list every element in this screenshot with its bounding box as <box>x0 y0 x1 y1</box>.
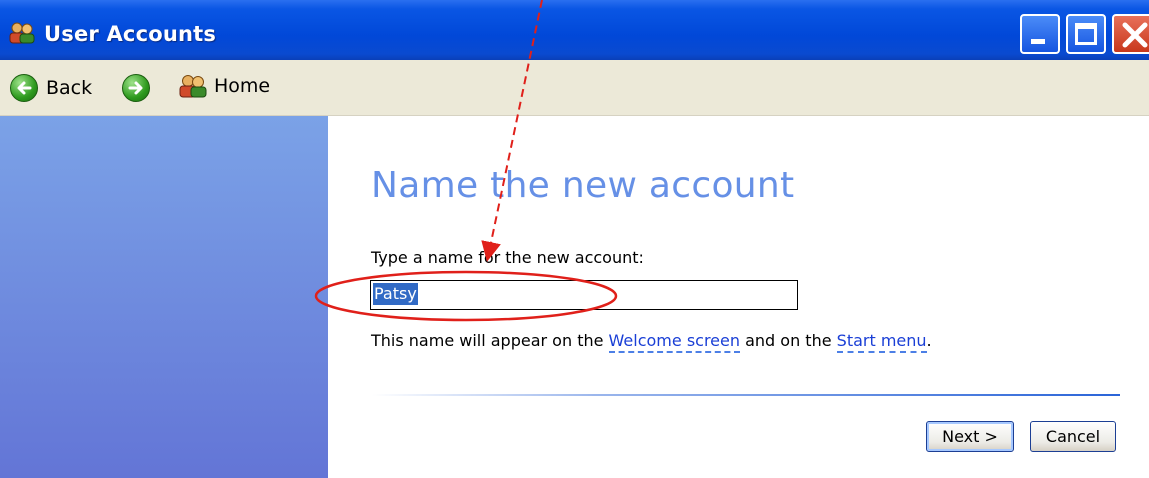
divider <box>372 394 1120 396</box>
welcome-screen-link[interactable]: Welcome screen <box>608 331 741 353</box>
back-arrow-icon <box>10 74 38 102</box>
account-name-input[interactable]: Patsy <box>370 280 798 310</box>
account-name-value: Patsy <box>373 283 418 305</box>
forward-button[interactable] <box>122 74 150 102</box>
home-users-icon <box>179 75 207 98</box>
home-button[interactable]: Home <box>178 74 270 98</box>
back-button[interactable]: Back <box>10 74 92 102</box>
home-label: Home <box>214 75 271 97</box>
minimize-button[interactable] <box>1020 14 1060 54</box>
name-prompt-label: Type a name for the new account: <box>371 248 644 267</box>
title-bar: User Accounts <box>0 0 1149 60</box>
maximize-button[interactable] <box>1066 14 1106 54</box>
back-label: Back <box>46 77 93 99</box>
navigation-bar: Back Home <box>0 60 1149 116</box>
close-button[interactable] <box>1112 14 1149 54</box>
page-heading: Name the new account <box>371 165 795 206</box>
user-accounts-icon <box>9 22 35 44</box>
task-side-panel <box>0 116 328 478</box>
start-menu-link[interactable]: Start menu <box>836 331 927 353</box>
forward-arrow-icon <box>122 74 150 102</box>
info-text: This name will appear on the Welcome scr… <box>371 331 932 353</box>
cancel-button[interactable]: Cancel <box>1030 421 1116 452</box>
window-title: User Accounts <box>44 22 217 46</box>
info-text-start: This name will appear on the <box>371 331 609 350</box>
next-button[interactable]: Next > <box>926 421 1014 452</box>
info-text-middle: and on the <box>740 331 837 350</box>
info-text-end: . <box>926 331 932 350</box>
close-icon <box>1122 22 1148 48</box>
